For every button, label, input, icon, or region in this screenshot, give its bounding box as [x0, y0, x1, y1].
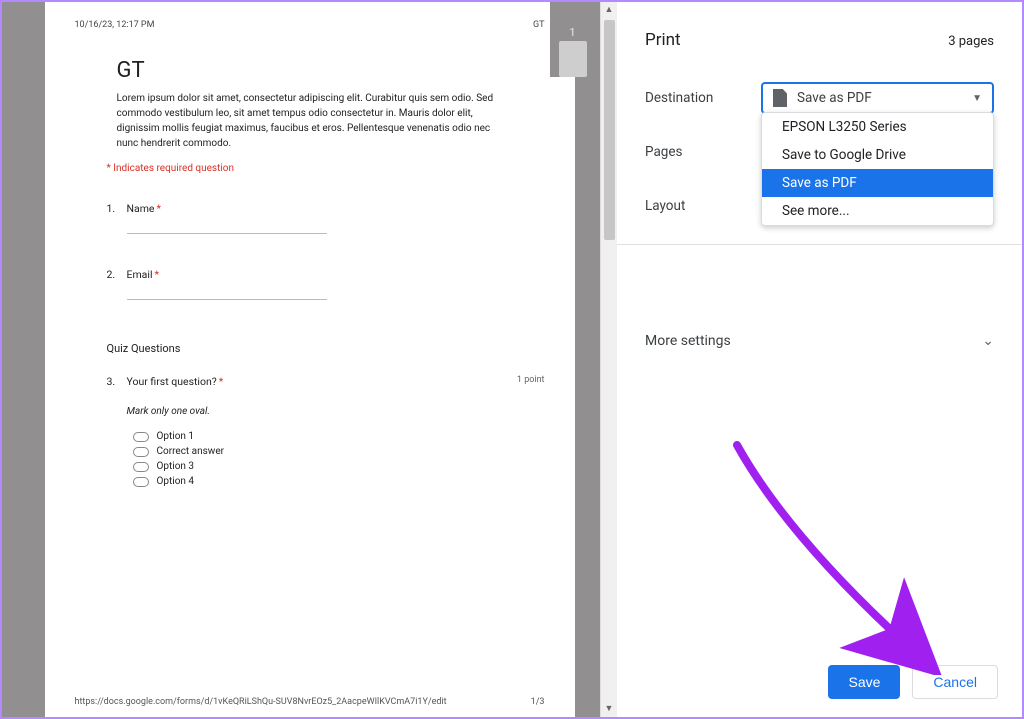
- page-thumbnail[interactable]: [559, 41, 587, 77]
- chevron-down-icon: ⌄: [982, 333, 994, 349]
- oval-icon: [133, 462, 149, 472]
- option-label: Correct answer: [157, 446, 225, 457]
- question-number: 2.: [107, 268, 127, 281]
- question-label: Name: [127, 202, 155, 215]
- scroll-thumb[interactable]: [604, 20, 615, 240]
- oval-icon: [133, 432, 149, 442]
- preview-timestamp: 10/16/23, 12:17 PM: [75, 20, 155, 30]
- dropdown-item-google-drive[interactable]: Save to Google Drive: [762, 141, 993, 169]
- form-description: Lorem ipsum dolor sit amet, consectetur …: [117, 91, 495, 151]
- option-row: Option 3: [133, 461, 545, 472]
- preview-scroll-area[interactable]: 10/16/23, 12:17 PM GT GT Lorem ipsum dol…: [2, 2, 617, 717]
- destination-select[interactable]: Save as PDF ▼ EPSON L3250 Series Save to…: [761, 82, 994, 114]
- question-label: Email: [127, 268, 153, 281]
- cancel-button[interactable]: Cancel: [912, 665, 998, 699]
- footer-url: https://docs.google.com/forms/d/1vKeQRiL…: [75, 697, 447, 707]
- pdf-icon: [773, 89, 787, 107]
- footer-page-number: 1/3: [531, 697, 545, 707]
- answer-line: [127, 299, 327, 300]
- divider: [617, 244, 1022, 245]
- preview-page: 10/16/23, 12:17 PM GT GT Lorem ipsum dol…: [45, 2, 575, 717]
- layout-label: Layout: [645, 198, 761, 214]
- required-indicator: * Indicates required question: [107, 163, 545, 174]
- option-row: Option 1: [133, 431, 545, 442]
- option-label: Option 1: [157, 431, 195, 442]
- dropdown-item-save-as-pdf[interactable]: Save as PDF: [762, 169, 993, 197]
- destination-label: Destination: [645, 90, 761, 106]
- question-number: 1.: [107, 202, 127, 215]
- preview-scrollbar[interactable]: ▲ ▼: [600, 2, 617, 717]
- preview-header-title: GT: [533, 20, 545, 30]
- question-row: 1. Name *: [107, 202, 545, 215]
- question-label: Your first question?: [127, 375, 217, 388]
- page-thumbnail-strip: 1: [550, 2, 595, 77]
- page-thumb-number: 1: [561, 10, 583, 41]
- page-count: 3 pages: [948, 34, 994, 49]
- pages-label: Pages: [645, 144, 761, 160]
- option-label: Option 4: [157, 476, 195, 487]
- scroll-down-arrow-icon[interactable]: ▼: [601, 701, 617, 717]
- print-preview-pane: 10/16/23, 12:17 PM GT GT Lorem ipsum dol…: [2, 2, 617, 717]
- form-title: GT: [117, 58, 545, 83]
- scroll-up-arrow-icon[interactable]: ▲: [601, 2, 617, 18]
- option-row: Option 4: [133, 476, 545, 487]
- required-asterisk: *: [155, 268, 160, 281]
- oval-icon: [133, 477, 149, 487]
- more-settings-label: More settings: [645, 333, 731, 349]
- question-number: 3.: [107, 375, 127, 388]
- oval-icon: [133, 447, 149, 457]
- question-row: 3. Your first question? * 1 point: [107, 375, 545, 388]
- more-settings-toggle[interactable]: More settings ⌄: [617, 311, 1022, 371]
- required-asterisk: *: [156, 202, 161, 215]
- save-button[interactable]: Save: [828, 665, 900, 699]
- question-row: 2. Email *: [107, 268, 545, 281]
- required-asterisk: *: [219, 375, 224, 388]
- option-row: Correct answer: [133, 446, 545, 457]
- question-points: 1 point: [517, 375, 545, 385]
- section-heading: Quiz Questions: [107, 342, 545, 355]
- destination-value: Save as PDF: [797, 90, 872, 106]
- question-instruction: Mark only one oval.: [127, 406, 545, 417]
- destination-dropdown: EPSON L3250 Series Save to Google Drive …: [761, 112, 994, 226]
- print-settings-panel: Print 3 pages Destination Save as PDF ▼ …: [617, 2, 1022, 717]
- option-label: Option 3: [157, 461, 195, 472]
- answer-line: [127, 233, 327, 234]
- dropdown-item-epson[interactable]: EPSON L3250 Series: [762, 113, 993, 141]
- chevron-down-icon: ▼: [972, 93, 982, 104]
- dropdown-item-see-more[interactable]: See more...: [762, 197, 993, 225]
- panel-title: Print: [645, 30, 681, 50]
